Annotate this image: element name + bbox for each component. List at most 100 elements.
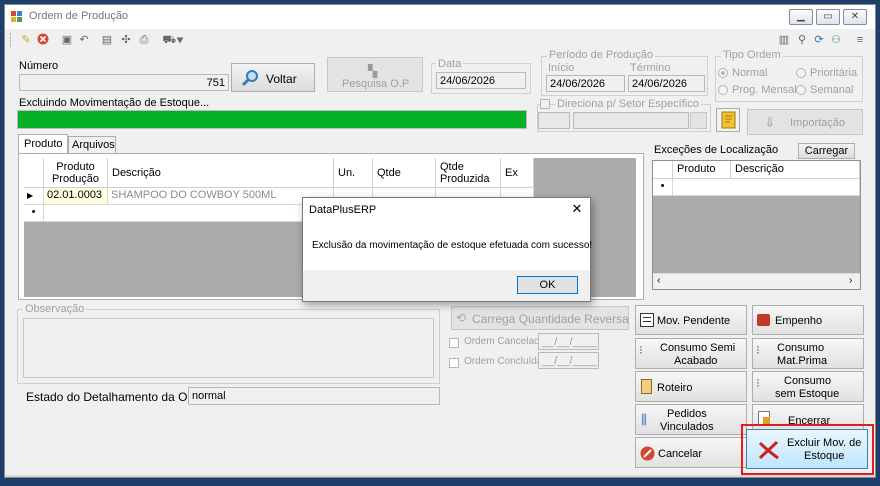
- dialog-close-button[interactable]: ✕: [568, 201, 586, 217]
- new-row-indicator[interactable]: •: [24, 205, 44, 222]
- empenho-button[interactable]: Empenho: [752, 305, 864, 335]
- radio-prog-mensal[interactable]: [718, 85, 728, 95]
- termino-label: Término: [630, 62, 671, 74]
- carregar-button[interactable]: Carregar: [798, 143, 855, 159]
- carrega-quantidade-button[interactable]: ⟲ Carrega Quantidade Reversa: [451, 306, 629, 330]
- copy-icon[interactable]: ▤: [100, 33, 114, 47]
- col-qtde-produzida[interactable]: Qtde Produzida: [436, 158, 501, 188]
- col-descricao[interactable]: Descrição: [108, 158, 334, 188]
- direciona-checkbox[interactable]: [540, 99, 550, 109]
- status-strip: [5, 475, 875, 477]
- carrega-label: Carrega Quantidade Reversa: [472, 312, 629, 326]
- toolbar: ✎ ▣ ↶ ▤ ✣ ⎙ ⛟▾ ▥ ⚲ ⟳ ⚇ ≡: [5, 29, 875, 51]
- scroll-left-icon[interactable]: ‹: [657, 275, 660, 286]
- cancelar-button[interactable]: Cancelar: [635, 437, 747, 468]
- pedidos-icon: ⫼: [641, 412, 647, 427]
- observacao-label: Observação: [23, 303, 87, 315]
- importacao-label: Importação: [790, 117, 846, 129]
- excecoes-col-produto[interactable]: Produto: [673, 161, 731, 179]
- tab-produto[interactable]: Produto: [18, 134, 68, 154]
- importacao-button[interactable]: ⇓ Importação: [747, 109, 863, 135]
- clipboard-icon[interactable]: ▥: [777, 33, 791, 47]
- pesquisa-op-button[interactable]: ▚ Pesquisa O.P: [327, 57, 423, 92]
- inicio-field[interactable]: 24/06/2026: [546, 75, 625, 92]
- col-qtde[interactable]: Qtde: [373, 158, 436, 188]
- print-icon[interactable]: ⎙: [137, 33, 151, 47]
- voltar-label: Voltar: [266, 72, 297, 86]
- setor-code-field[interactable]: [538, 112, 570, 129]
- termino-field[interactable]: 24/06/2026: [628, 75, 705, 92]
- options-icon[interactable]: ⛟▾: [161, 33, 185, 47]
- maximize-button[interactable]: ▭: [816, 9, 840, 25]
- undo-icon[interactable]: ↶: [77, 33, 91, 47]
- tab-arquivos[interactable]: Arquivos: [68, 136, 116, 153]
- ordem-concluida-label: Ordem Concluída: [464, 356, 543, 367]
- table-row-descricao[interactable]: SHAMPOO DO COWBOY 500ML: [108, 188, 334, 205]
- estado-field[interactable]: normal: [188, 387, 440, 405]
- roteiro-button[interactable]: Roteiro: [635, 371, 747, 402]
- excecoes-hscrollbar[interactable]: ‹ ›: [653, 273, 860, 289]
- user-icon[interactable]: ⚇: [829, 33, 843, 47]
- title-bar: Ordem de Produção ▁ ▭ ✕: [5, 5, 875, 29]
- mov-pendente-label: Mov. Pendente: [657, 315, 731, 327]
- excecoes-col-descricao[interactable]: Descrição: [731, 161, 860, 179]
- radio-prioritaria[interactable]: [796, 68, 806, 78]
- list-icon: ⁝: [756, 343, 760, 357]
- app-icon: [11, 11, 23, 23]
- consumo-mat-prima-button[interactable]: ⁝ Consumo Mat.Prima: [752, 338, 864, 369]
- setor-name-field[interactable]: [573, 112, 689, 129]
- ordem-cancelada-checkbox[interactable]: [449, 338, 459, 348]
- message-dialog: DataPlusERP ✕ Exclusão da movimentação d…: [302, 197, 592, 302]
- row-indicator[interactable]: ▶: [24, 188, 44, 205]
- consumo-sem-label-2: sem Estoque: [775, 388, 840, 400]
- close-button[interactable]: ✕: [843, 9, 867, 25]
- red-x-icon: [757, 440, 781, 460]
- radio-normal[interactable]: [718, 68, 728, 78]
- pedidos-vinculados-button[interactable]: ⫼ Pedidos Vinculados: [635, 404, 747, 435]
- excluir-mov-estoque-button[interactable]: Excluir Mov. de Estoque: [746, 429, 868, 469]
- scroll-icon[interactable]: [716, 108, 740, 132]
- menu-icon[interactable]: ≡: [853, 33, 867, 47]
- search-icon[interactable]: ⚲: [795, 33, 809, 47]
- col-un[interactable]: Un.: [334, 158, 373, 188]
- pesquisa-label: Pesquisa O.P: [342, 78, 410, 90]
- minimize-icon: ▁: [797, 11, 805, 22]
- tools-icon[interactable]: ✣: [119, 33, 133, 47]
- recycle-icon: ⟲: [456, 311, 467, 325]
- numero-field[interactable]: 751: [19, 74, 229, 91]
- data-field[interactable]: 24/06/2026: [436, 72, 526, 89]
- close-icon: ✕: [571, 201, 583, 216]
- table-row-produto[interactable]: 02.01.0003: [44, 188, 108, 205]
- minimize-button[interactable]: ▁: [789, 9, 813, 25]
- consumo-sem-estoque-button[interactable]: ⁝ Consumo sem Estoque: [752, 371, 864, 402]
- col-ex[interactable]: Ex: [501, 158, 534, 188]
- radio-semanal[interactable]: [796, 85, 806, 95]
- save-icon[interactable]: ▣: [60, 33, 74, 47]
- radio-prog-mensal-label: Prog. Mensal: [732, 84, 797, 96]
- new-icon[interactable]: ✎: [19, 33, 33, 47]
- excluir-label-1: Excluir Mov. de: [787, 437, 862, 449]
- observacao-textarea[interactable]: [23, 318, 434, 378]
- mov-pendente-button[interactable]: Mov. Pendente: [635, 305, 747, 335]
- consumo-semi-acabado-button[interactable]: ⁝ Consumo Semi Acabado: [635, 338, 747, 369]
- refresh-icon[interactable]: ⟳: [812, 33, 826, 47]
- excecoes-new-row-indicator[interactable]: •: [653, 179, 673, 196]
- consumo-mat-label-1: Consumo: [777, 342, 825, 354]
- radio-prioritaria-label: Prioritária: [810, 67, 858, 79]
- excecoes-new-row[interactable]: [673, 179, 860, 196]
- col-produto-producao[interactable]: Produto Produção: [44, 158, 108, 188]
- setor-search-button[interactable]: [690, 112, 707, 129]
- list-icon: ⁝: [639, 343, 643, 357]
- empenho-icon: [757, 314, 770, 326]
- excecoes-corner: [653, 161, 673, 179]
- voltar-button[interactable]: Voltar: [231, 63, 315, 92]
- scroll-right-icon[interactable]: ›: [849, 275, 852, 286]
- dialog-ok-button[interactable]: OK: [517, 276, 578, 294]
- ordem-cancelada-date[interactable]: __/__/____: [538, 333, 599, 350]
- close-icon: ✕: [850, 11, 860, 22]
- grid-corner: [24, 158, 44, 188]
- ordem-concluida-date[interactable]: __/__/____: [538, 352, 599, 369]
- cancel-icon[interactable]: [36, 33, 50, 47]
- ordem-concluida-checkbox[interactable]: [449, 358, 459, 368]
- ordem-cancelada-label: Ordem Cancelada: [464, 336, 546, 347]
